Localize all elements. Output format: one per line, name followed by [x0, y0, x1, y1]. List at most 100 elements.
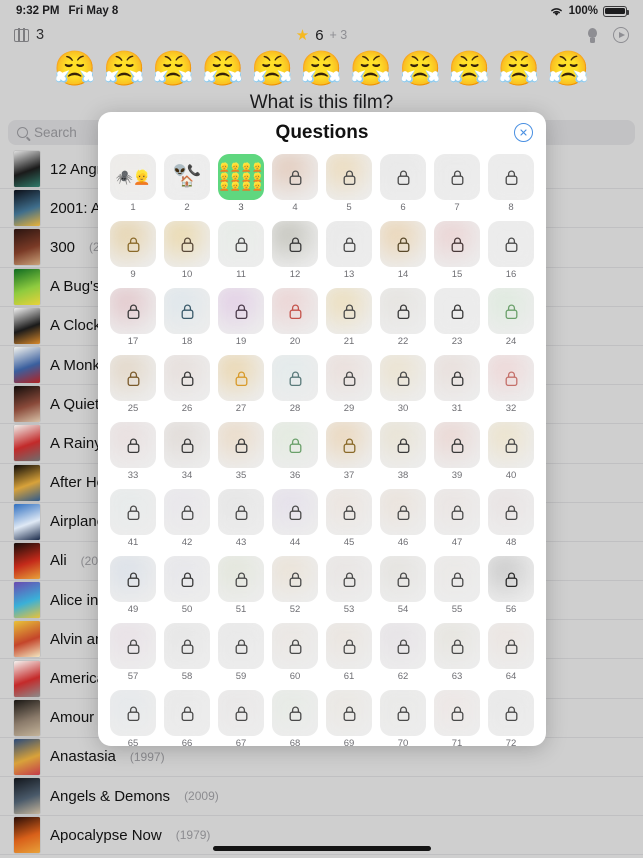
question-cell[interactable]: 51	[214, 556, 268, 615]
question-cell[interactable]: 62	[376, 623, 430, 682]
question-cell[interactable]: 59	[214, 623, 268, 682]
question-cell[interactable]: 27	[214, 355, 268, 414]
question-cell[interactable]: 45	[322, 489, 376, 548]
question-tile-28[interactable]	[272, 355, 318, 401]
question-tile-54[interactable]	[380, 556, 426, 602]
question-cell[interactable]: 44	[268, 489, 322, 548]
question-tile-33[interactable]	[110, 422, 156, 468]
question-tile-59[interactable]	[218, 623, 264, 669]
question-cell[interactable]: 60	[268, 623, 322, 682]
question-cell[interactable]: 20	[268, 288, 322, 347]
question-tile-34[interactable]	[164, 422, 210, 468]
question-cell[interactable]: 4	[268, 154, 322, 213]
question-cell[interactable]: 46	[376, 489, 430, 548]
question-tile-66[interactable]	[164, 690, 210, 736]
question-cell[interactable]: 16	[484, 221, 538, 280]
question-tile-43[interactable]	[218, 489, 264, 535]
question-cell[interactable]: 52	[268, 556, 322, 615]
question-tile-14[interactable]	[380, 221, 426, 267]
question-cell[interactable]: 21	[322, 288, 376, 347]
question-tile-51[interactable]	[218, 556, 264, 602]
question-tile-23[interactable]	[434, 288, 480, 334]
question-cell[interactable]: 39	[430, 422, 484, 481]
question-tile-58[interactable]	[164, 623, 210, 669]
question-cell[interactable]: 9	[106, 221, 160, 280]
close-circle-icon[interactable]	[514, 123, 533, 142]
question-tile-47[interactable]	[434, 489, 480, 535]
question-tile-63[interactable]	[434, 623, 480, 669]
question-cell[interactable]: 41	[106, 489, 160, 548]
question-cell[interactable]: 🕷️👱 1	[106, 154, 160, 213]
question-tile-3[interactable]: 👱 👱 👱 👱 👱 👱 👱 👱 👱 👱 👱 👱	[218, 154, 264, 200]
question-cell[interactable]: 40	[484, 422, 538, 481]
question-tile-2[interactable]: 👽📞🏠	[164, 154, 210, 200]
question-cell[interactable]: 26	[160, 355, 214, 414]
question-tile-56[interactable]	[488, 556, 534, 602]
question-tile-53[interactable]	[326, 556, 372, 602]
question-cell[interactable]: 33	[106, 422, 160, 481]
question-tile-64[interactable]	[488, 623, 534, 669]
question-tile-21[interactable]	[326, 288, 372, 334]
question-cell[interactable]: 42	[160, 489, 214, 548]
question-tile-25[interactable]	[110, 355, 156, 401]
question-cell[interactable]: 25	[106, 355, 160, 414]
question-cell[interactable]: 10	[160, 221, 214, 280]
question-tile-49[interactable]	[110, 556, 156, 602]
question-tile-35[interactable]	[218, 422, 264, 468]
question-cell[interactable]: 68	[268, 690, 322, 746]
question-cell[interactable]: 36	[268, 422, 322, 481]
question-tile-36[interactable]	[272, 422, 318, 468]
question-cell[interactable]: 54	[376, 556, 430, 615]
question-cell[interactable]: 37	[322, 422, 376, 481]
question-cell[interactable]: 70	[376, 690, 430, 746]
question-tile-1[interactable]: 🕷️👱	[110, 154, 156, 200]
question-cell[interactable]: 49	[106, 556, 160, 615]
question-cell[interactable]: 14	[376, 221, 430, 280]
question-cell[interactable]: 7	[430, 154, 484, 213]
question-cell[interactable]: 29	[322, 355, 376, 414]
question-tile-11[interactable]	[218, 221, 264, 267]
question-cell[interactable]: 64	[484, 623, 538, 682]
question-tile-20[interactable]	[272, 288, 318, 334]
question-cell[interactable]: 71	[430, 690, 484, 746]
question-tile-70[interactable]	[380, 690, 426, 736]
question-tile-32[interactable]	[488, 355, 534, 401]
question-tile-60[interactable]	[272, 623, 318, 669]
question-cell[interactable]: 56	[484, 556, 538, 615]
question-tile-52[interactable]	[272, 556, 318, 602]
question-cell[interactable]: 69	[322, 690, 376, 746]
questions-scroll-area[interactable]: 🕷️👱 1 👽📞🏠 2 👱 👱 👱 👱 👱 👱 👱 👱 👱 👱 👱 👱 3 4 5 6 7 8 9 10 11 12 13 14 15 1…	[98, 154, 546, 746]
question-cell[interactable]: 8	[484, 154, 538, 213]
lightbulb-icon[interactable]	[588, 27, 597, 43]
question-cell[interactable]: 13	[322, 221, 376, 280]
question-tile-45[interactable]	[326, 489, 372, 535]
question-tile-10[interactable]	[164, 221, 210, 267]
question-cell[interactable]: 66	[160, 690, 214, 746]
question-cell[interactable]: 55	[430, 556, 484, 615]
question-cell[interactable]: 28	[268, 355, 322, 414]
question-cell[interactable]: 34	[160, 422, 214, 481]
question-cell[interactable]: 👽📞🏠 2	[160, 154, 214, 213]
question-tile-17[interactable]	[110, 288, 156, 334]
question-cell[interactable]: 18	[160, 288, 214, 347]
question-tile-50[interactable]	[164, 556, 210, 602]
question-cell[interactable]: 12	[268, 221, 322, 280]
question-tile-27[interactable]	[218, 355, 264, 401]
question-tile-37[interactable]	[326, 422, 372, 468]
question-cell[interactable]: 63	[430, 623, 484, 682]
question-cell[interactable]: 57	[106, 623, 160, 682]
question-tile-7[interactable]	[434, 154, 480, 200]
question-tile-44[interactable]	[272, 489, 318, 535]
question-tile-72[interactable]	[488, 690, 534, 736]
question-tile-5[interactable]	[326, 154, 372, 200]
question-cell[interactable]: 30	[376, 355, 430, 414]
question-cell[interactable]: 65	[106, 690, 160, 746]
question-cell[interactable]: 23	[430, 288, 484, 347]
question-cell[interactable]: 72	[484, 690, 538, 746]
question-tile-41[interactable]	[110, 489, 156, 535]
question-cell[interactable]: 58	[160, 623, 214, 682]
question-cell[interactable]: 50	[160, 556, 214, 615]
question-tile-29[interactable]	[326, 355, 372, 401]
question-tile-68[interactable]	[272, 690, 318, 736]
question-tile-69[interactable]	[326, 690, 372, 736]
